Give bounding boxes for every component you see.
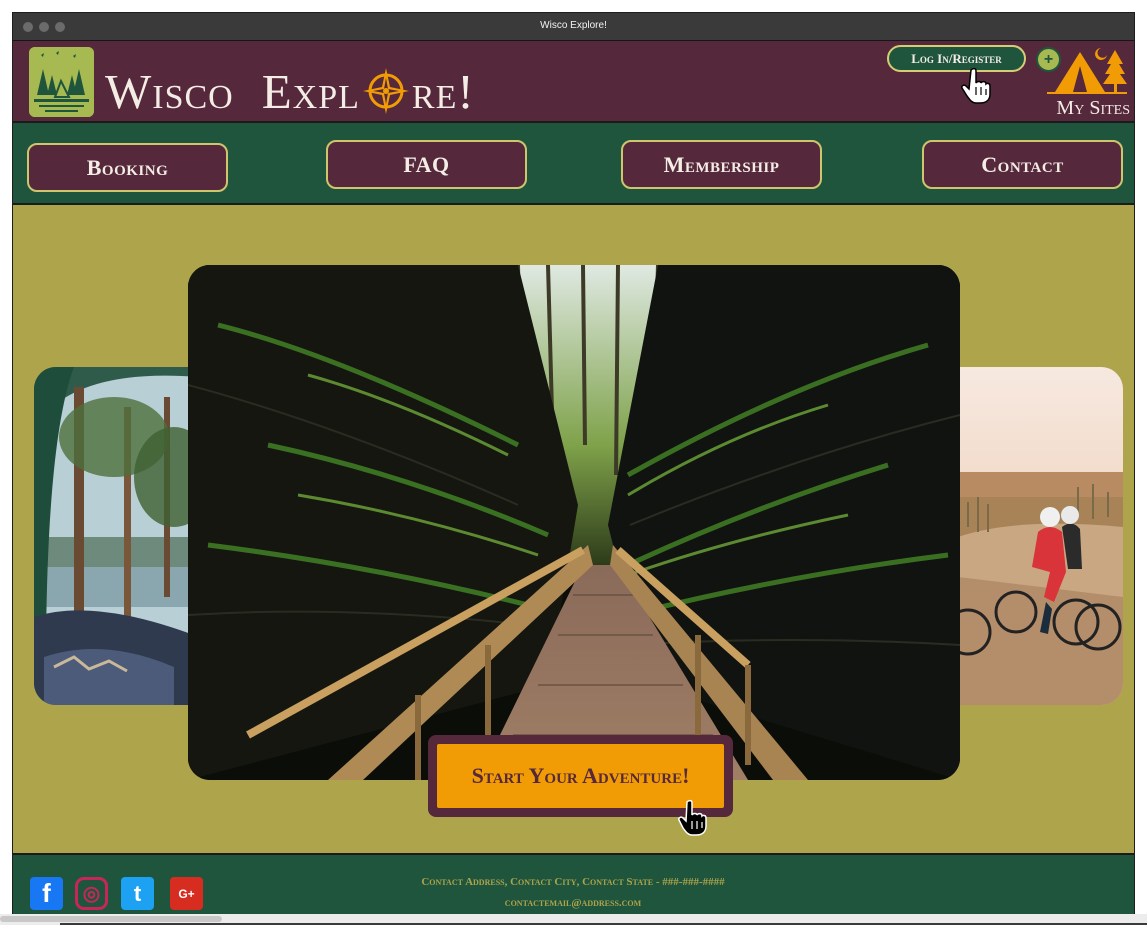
forest-camp-logo-icon[interactable] (29, 47, 94, 117)
twitter-icon[interactable]: t (121, 877, 154, 910)
nav-booking-button[interactable]: Booking (27, 143, 228, 192)
google-plus-icon[interactable]: G+ (170, 877, 203, 910)
hand-pointer-cursor-icon (961, 67, 991, 104)
brand-word-explore-end: re! (411, 63, 475, 119)
nav-faq-button[interactable]: FAQ (326, 140, 527, 189)
login-register-button[interactable]: Log In/Register (887, 45, 1026, 72)
horizontal-scrollbar[interactable] (0, 914, 1147, 925)
hero-image-canyon-boardwalk (188, 265, 960, 780)
facebook-icon[interactable]: f (30, 877, 63, 910)
hand-pointer-cursor-icon (678, 799, 707, 836)
window-title: Wisco Explore! (540, 20, 607, 31)
site-footer: f ◎ t G+ Contact Address, Contact City, … (13, 853, 1134, 914)
nav-contact-button[interactable]: Contact (922, 140, 1123, 189)
brand-word-wisco: Wisco (105, 63, 234, 119)
site-brand[interactable]: Wisco Expl re! (105, 61, 475, 121)
tent-camp-icon[interactable] (1043, 44, 1127, 96)
window-titlebar: Wisco Explore! (13, 13, 1134, 41)
carousel-next-image-cyclists[interactable] (958, 367, 1123, 705)
browser-window: Wisco Explore! Wisco Expl re! Log In/Reg… (12, 12, 1135, 915)
carousel-prev-image-tent-lake[interactable] (34, 367, 199, 705)
footer-email-link[interactable]: contactemail@address.com (313, 897, 833, 909)
brand-word-explore-start: Expl (261, 63, 360, 119)
instagram-icon[interactable]: ◎ (75, 877, 108, 910)
site-header: Wisco Expl re! Log In/Register + My Site… (13, 41, 1134, 123)
scrollbar-thumb[interactable] (0, 916, 222, 922)
hero-carousel: Start Your Adventure! (13, 205, 1134, 853)
footer-address: Contact Address, Contact City, Contact S… (421, 876, 725, 888)
main-nav: Booking FAQ Membership Contact (13, 123, 1134, 205)
compass-icon (362, 68, 409, 114)
my-sites-link[interactable]: My Sites (1028, 97, 1130, 120)
nav-membership-button[interactable]: Membership (621, 140, 822, 189)
